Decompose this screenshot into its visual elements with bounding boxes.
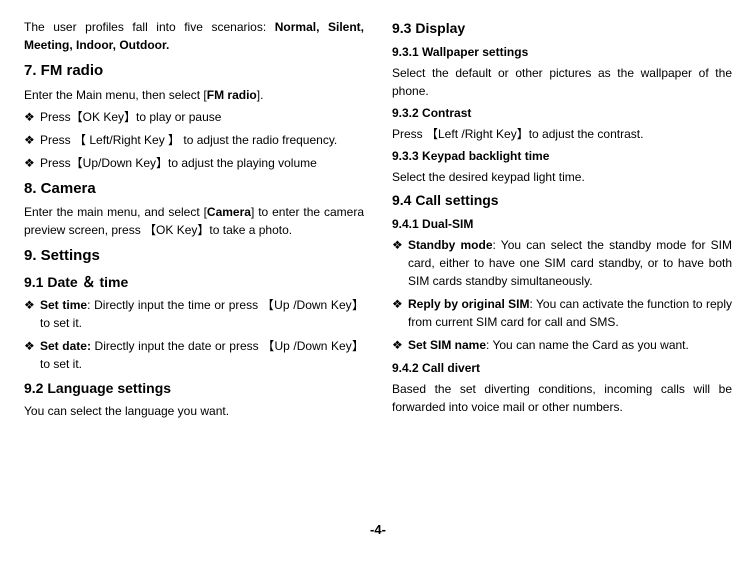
diamond-bullet-icon: ❖ <box>392 295 408 331</box>
bullet-text: Set time: Directly input the time or pre… <box>40 296 364 332</box>
contrast-text: Press 【Left /Right Key】to adjust the con… <box>392 125 732 143</box>
section-9-3-title: 9.3 Display <box>392 18 732 39</box>
section-9-4-1-title: 9.4.1 Dual-SIM <box>392 215 732 233</box>
text: Enter the Main menu, then select [ <box>24 88 207 102</box>
bullet-text: Press 【 Left/Right Key 】 to adjust the r… <box>40 131 364 149</box>
profiles-intro: The user profiles fall into five scenari… <box>24 18 364 54</box>
section-8-title: 8. Camera <box>24 178 364 201</box>
set-time-label: Set time <box>40 298 87 312</box>
backlight-text: Select the desired keypad light time. <box>392 168 732 186</box>
diamond-bullet-icon: ❖ <box>392 336 408 354</box>
section-9-3-2-title: 9.3.2 Contrast <box>392 104 732 122</box>
language-text: You can select the language you want. <box>24 402 364 420</box>
section-9-title: 9. Settings <box>24 245 364 268</box>
camera-label: Camera <box>207 205 251 219</box>
diamond-bullet-icon: ❖ <box>24 337 40 373</box>
call-divert-text: Based the set diverting conditions, inco… <box>392 380 732 416</box>
fm-radio-label: FM radio <box>207 88 257 102</box>
wallpaper-text: Select the default or other pictures as … <box>392 64 732 100</box>
bullet-item: ❖ Set date: Directly input the date or p… <box>24 337 364 373</box>
bullet-text: Press【Up/Down Key】to adjust the playing … <box>40 154 364 172</box>
section-9-3-1-title: 9.3.1 Wallpaper settings <box>392 43 732 61</box>
left-column: The user profiles fall into five scenari… <box>24 18 364 508</box>
bullet-item: ❖ Reply by original SIM: You can activat… <box>392 295 732 331</box>
diamond-bullet-icon: ❖ <box>24 131 40 149</box>
section-9-3-3-title: 9.3.3 Keypad backlight time <box>392 147 732 165</box>
section-9-1-title: 9.1 Date ＆ time <box>24 272 364 293</box>
set-date-label: Set date: <box>40 339 91 353</box>
text: ]. <box>257 88 264 102</box>
section-9-4-title: 9.4 Call settings <box>392 190 732 211</box>
bullet-item: ❖ Set SIM name: You can name the Card as… <box>392 336 732 354</box>
bullet-text: Set date: Directly input the date or pre… <box>40 337 364 373</box>
bullet-text: Press【OK Key】to play or pause <box>40 108 364 126</box>
page-number: -4- <box>24 520 732 540</box>
bullet-item: ❖ Press 【 Left/Right Key 】 to adjust the… <box>24 131 364 149</box>
text: Enter the main menu, and select [ <box>24 205 207 219</box>
intro-text: The user profiles fall into five scenari… <box>24 20 275 34</box>
right-column: 9.3 Display 9.3.1 Wallpaper settings Sel… <box>392 18 732 508</box>
bullet-item: ❖ Set time: Directly input the time or p… <box>24 296 364 332</box>
diamond-bullet-icon: ❖ <box>24 154 40 172</box>
bullet-item: ❖ Press【OK Key】to play or pause <box>24 108 364 126</box>
fm-radio-instruction: Enter the Main menu, then select [FM rad… <box>24 86 364 104</box>
diamond-bullet-icon: ❖ <box>24 108 40 126</box>
text: : Directly input the time or press 【Up /… <box>40 298 364 330</box>
reply-sim-label: Reply by original SIM <box>408 297 530 311</box>
standby-mode-label: Standby mode <box>408 238 493 252</box>
set-sim-name-label: Set SIM name <box>408 338 486 352</box>
text: : You can name the Card as you want. <box>486 338 689 352</box>
page-content: The user profiles fall into five scenari… <box>24 18 732 508</box>
bullet-item: ❖ Standby mode: You can select the stand… <box>392 236 732 290</box>
section-7-title: 7. FM radio <box>24 60 364 83</box>
bullet-text: Reply by original SIM: You can activate … <box>408 295 732 331</box>
section-9-2-title: 9.2 Language settings <box>24 378 364 399</box>
section-9-4-2-title: 9.4.2 Call divert <box>392 359 732 377</box>
bullet-item: ❖ Press【Up/Down Key】to adjust the playin… <box>24 154 364 172</box>
diamond-bullet-icon: ❖ <box>24 296 40 332</box>
bullet-text: Set SIM name: You can name the Card as y… <box>408 336 732 354</box>
diamond-bullet-icon: ❖ <box>392 236 408 290</box>
bullet-text: Standby mode: You can select the standby… <box>408 236 732 290</box>
camera-instruction: Enter the main menu, and select [Camera]… <box>24 203 364 239</box>
